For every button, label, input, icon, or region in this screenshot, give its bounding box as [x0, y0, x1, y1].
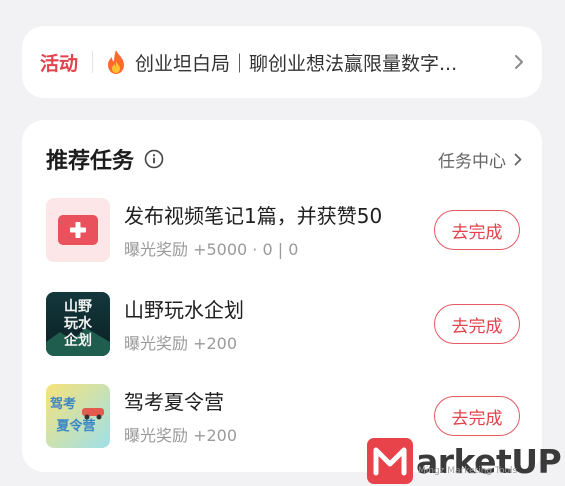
task-reward: 曝光奖励 +200: [124, 426, 238, 445]
marketup-logo-icon: [367, 438, 413, 484]
video-note-icon: [46, 198, 110, 262]
svg-text:企划: 企划: [63, 332, 92, 349]
chevron-right-icon: [514, 153, 522, 165]
complete-task-button[interactable]: 去完成: [434, 396, 520, 436]
task-reward: 曝光奖励 +200: [124, 334, 238, 353]
complete-task-button[interactable]: 去完成: [434, 304, 520, 344]
task-title: 驾考夏令营: [124, 390, 224, 414]
svg-text:驾考: 驾考: [50, 396, 76, 412]
svg-text:玩水: 玩水: [64, 315, 93, 332]
divider: [92, 51, 94, 73]
task-row: 发布视频笔记1篇，并获赞50 曝光奖励 +5000 · 0 | 0 去完成: [22, 198, 542, 268]
task-row: 山野 玩水 企划 山野玩水企划 曝光奖励 +200 去完成: [22, 292, 542, 362]
mountain-water-cover: 山野 玩水 企划: [46, 292, 110, 356]
activity-banner[interactable]: 活动 创业坦白局｜聊创业想法赢限量数字...: [22, 26, 542, 98]
complete-task-button[interactable]: 去完成: [434, 210, 520, 250]
activity-tag: 活动: [40, 52, 79, 75]
fire-icon: [108, 50, 125, 74]
watermark: arketUP Mingz Marketing Tools: [366, 436, 565, 486]
chevron-right-icon: [515, 55, 523, 69]
svg-text:夏令营: 夏令营: [55, 418, 95, 434]
driving-camp-cover: 驾考 夏令营: [46, 384, 110, 448]
task-center-link[interactable]: 任务中心: [438, 147, 522, 172]
tasks-title: 推荐任务: [46, 149, 135, 174]
activity-text: 创业坦白局｜聊创业想法赢限量数字...: [135, 52, 458, 75]
watermark-subtext: Mingz Marketing Tools: [418, 466, 518, 476]
task-title: 发布视频笔记1篇，并获赞50: [124, 204, 383, 228]
task-center-label: 任务中心: [438, 151, 506, 172]
recommended-tasks-card: 推荐任务 任务中心 发布视频笔记1篇，并获赞50 曝光奖励 +5000 · 0 …: [22, 120, 542, 472]
task-title: 山野玩水企划: [124, 298, 244, 322]
tasks-header: 推荐任务 任务中心: [22, 120, 542, 198]
info-icon[interactable]: [144, 149, 164, 169]
task-reward: 曝光奖励 +5000 · 0 | 0: [124, 240, 299, 259]
svg-text:山野: 山野: [64, 299, 92, 315]
